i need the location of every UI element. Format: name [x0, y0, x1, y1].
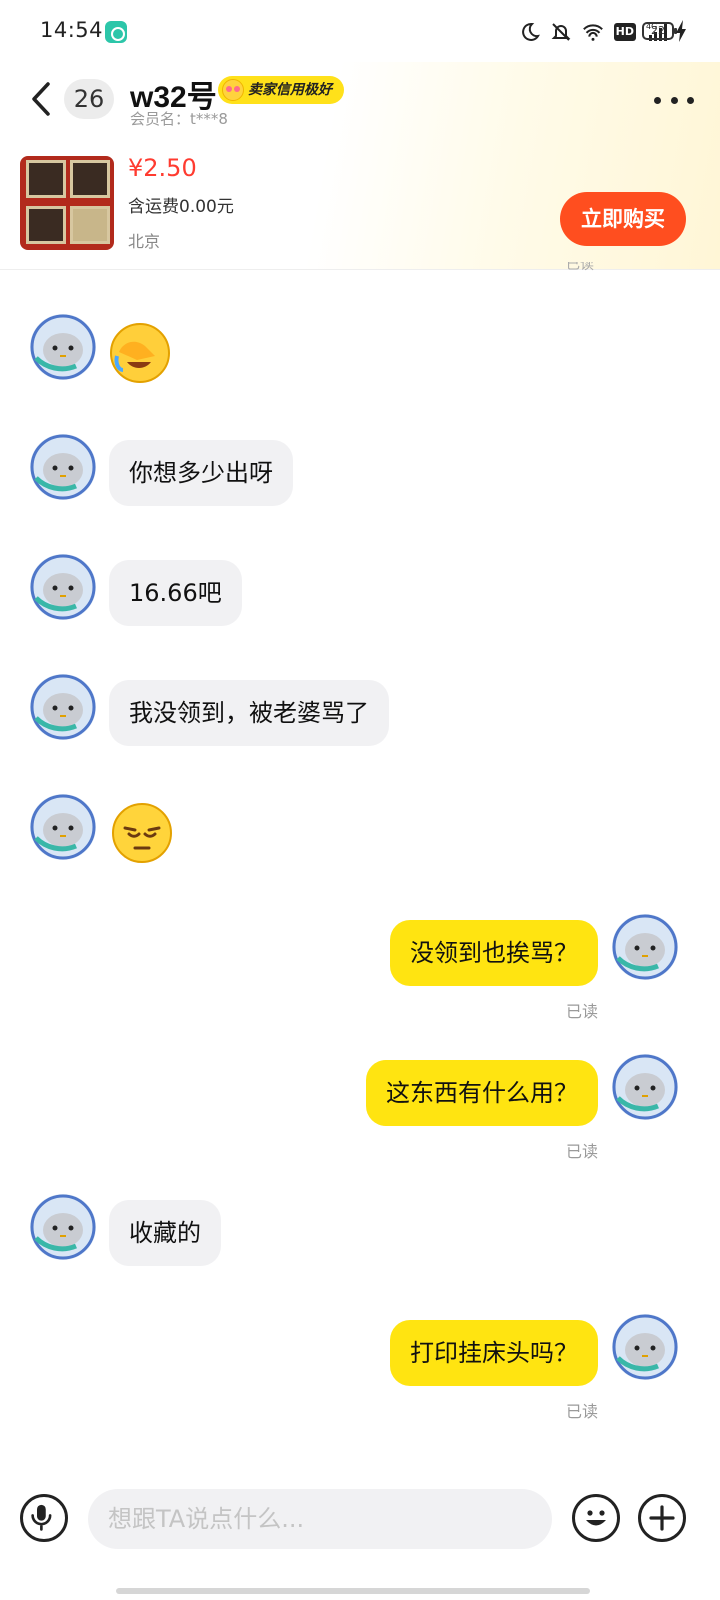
wifi-icon — [582, 24, 603, 41]
read-status: 已读 — [566, 1002, 599, 1021]
my-avatar[interactable] — [612, 1054, 678, 1120]
status-time: 14:54 — [40, 18, 104, 42]
outgoing-message[interactable]: 打印挂床头吗？ — [390, 1320, 598, 1386]
charging-icon — [676, 20, 686, 42]
seller-avatar[interactable] — [30, 554, 96, 620]
thumb-stamp — [26, 160, 66, 198]
message-input[interactable] — [88, 1489, 552, 1549]
seller-avatar[interactable] — [30, 674, 96, 740]
back-arrow-icon[interactable] — [24, 76, 60, 122]
smiley-icon[interactable] — [572, 1494, 620, 1542]
plus-icon[interactable] — [638, 1494, 686, 1542]
home-indicator[interactable] — [116, 1588, 590, 1594]
facepalm-crying-emoji — [110, 323, 170, 383]
read-status: 已读 — [566, 1142, 599, 1161]
unread-count-badge[interactable]: 26 — [64, 79, 114, 119]
mute-bell-icon — [551, 23, 571, 41]
status-bar: 14:54 HD 4G 22 — [0, 0, 720, 62]
more-dots-icon[interactable] — [654, 90, 694, 110]
thumb-stamp — [70, 206, 110, 244]
chat-screen: 14:54 HD 4G 22 26 w32号 卖家信用极好 会员名：t***8 … — [0, 0, 720, 1600]
my-avatar[interactable] — [612, 914, 678, 980]
incoming-message[interactable]: 我没领到，被老婆骂了 — [109, 680, 389, 746]
incoming-message[interactable]: 你想多少出呀 — [109, 440, 293, 506]
member-id: 会员名：t***8 — [130, 110, 228, 128]
seller-avatar[interactable] — [30, 314, 96, 380]
my-avatar[interactable] — [612, 1314, 678, 1380]
seller-avatar[interactable] — [30, 434, 96, 500]
heart-eyes-icon — [222, 79, 244, 101]
incoming-message[interactable]: 16.66吧 — [109, 560, 242, 626]
battery-icon: 22 — [642, 22, 677, 40]
seller-avatar[interactable] — [30, 794, 96, 860]
input-bar — [0, 1480, 720, 1580]
credit-badge[interactable]: 卖家信用极好 — [218, 76, 344, 104]
outgoing-message[interactable]: 没领到也挨骂？ — [390, 920, 598, 986]
hd-badge: HD — [613, 23, 636, 41]
product-price: ¥2.50 — [128, 154, 197, 182]
moon-icon — [521, 22, 540, 41]
thumb-stamp — [70, 160, 110, 198]
chat-header: 26 w32号 卖家信用极好 会员名：t***8 ¥2.50 含运费0.00元 … — [0, 62, 720, 270]
read-status: 已读 — [566, 1402, 599, 1421]
incoming-message[interactable]: 收藏的 — [109, 1200, 221, 1266]
microphone-icon[interactable] — [20, 1494, 68, 1542]
thumb-stamp — [26, 206, 66, 244]
read-status: 已读 — [566, 262, 594, 272]
buy-now-button[interactable]: 立即购买 — [560, 192, 686, 246]
app-notification-icon — [105, 21, 127, 43]
product-thumbnail[interactable] — [20, 156, 114, 250]
seller-avatar[interactable] — [30, 1194, 96, 1260]
pensive-face-emoji — [112, 803, 172, 863]
shipping-info: 含运费0.00元 — [128, 197, 234, 217]
outgoing-message[interactable]: 这东西有什么用？ — [366, 1060, 598, 1126]
product-location: 北京 — [128, 232, 161, 251]
credit-badge-label: 卖家信用极好 — [248, 82, 332, 98]
